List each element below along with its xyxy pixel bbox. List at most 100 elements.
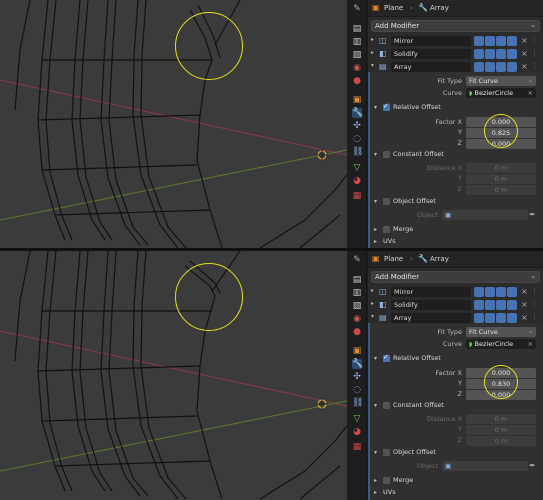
edit-cage-toggle[interactable] bbox=[474, 49, 484, 59]
edit-mode-toggle[interactable] bbox=[485, 36, 495, 46]
object-offset-header[interactable]: ▾ Object Offset bbox=[374, 447, 534, 458]
edit-mode-toggle[interactable] bbox=[485, 62, 495, 72]
edit-cage-toggle[interactable] bbox=[474, 287, 484, 297]
modifier-name-field[interactable]: Array bbox=[391, 62, 471, 72]
drag-handle-icon[interactable]: ⋮ bbox=[531, 48, 538, 59]
collapse-arrow-icon[interactable]: ▾ bbox=[371, 313, 374, 320]
texture-icon[interactable]: ▦ bbox=[352, 191, 362, 201]
eyedropper-icon[interactable]: ✒ bbox=[529, 461, 536, 470]
close-icon[interactable]: × bbox=[521, 312, 528, 323]
edit-mode-toggle[interactable] bbox=[485, 49, 495, 59]
tool-icon[interactable]: ✎ bbox=[352, 4, 362, 14]
modifier-name-field[interactable]: Solidify bbox=[391, 49, 471, 59]
modifier-name-field[interactable]: Mirror bbox=[391, 287, 471, 297]
collapse-arrow-icon[interactable]: ▾ bbox=[374, 447, 377, 458]
edit-cage-toggle[interactable] bbox=[474, 62, 484, 72]
output-icon[interactable]: ▥ bbox=[352, 37, 362, 47]
collapse-arrow-icon[interactable]: ▾ bbox=[374, 400, 377, 411]
collapse-arrow-icon[interactable]: ▾ bbox=[374, 196, 377, 207]
world-icon[interactable]: ● bbox=[352, 76, 362, 86]
particles-icon[interactable]: ✣ bbox=[352, 121, 362, 131]
distance-z-field[interactable]: 0 m bbox=[466, 436, 536, 446]
edit-cage-toggle[interactable] bbox=[474, 300, 484, 310]
relative-offset-checkbox[interactable] bbox=[383, 352, 390, 363]
modifier-row-solidify[interactable]: ▸ ◧ Solidify × ⋮ bbox=[368, 299, 543, 311]
viewport-toggle[interactable] bbox=[496, 49, 506, 59]
world-icon[interactable]: ● bbox=[352, 327, 362, 337]
viewport-toggle[interactable] bbox=[496, 36, 506, 46]
render-toggle[interactable] bbox=[507, 287, 517, 297]
close-icon[interactable]: × bbox=[521, 61, 528, 72]
curve-field[interactable]: ◗ BezierCircle × bbox=[466, 339, 536, 349]
particles-icon[interactable]: ✣ bbox=[352, 372, 362, 382]
constant-offset-header[interactable]: ▾ Constant Offset bbox=[374, 400, 534, 411]
close-icon[interactable]: × bbox=[528, 339, 533, 349]
merge-header[interactable]: ▸ Merge bbox=[374, 224, 534, 235]
relative-offset-header[interactable]: ▾ Relative Offset bbox=[374, 101, 534, 113]
close-icon[interactable]: × bbox=[521, 48, 528, 59]
distance-z-field[interactable]: 0 m bbox=[466, 185, 536, 195]
texture-icon[interactable]: ▦ bbox=[352, 442, 362, 452]
modifier-row-solidify[interactable]: ▸ ◧ Solidify × ⋮ bbox=[368, 48, 543, 60]
viewport-toggle[interactable] bbox=[496, 287, 506, 297]
collapse-arrow-icon[interactable]: ▾ bbox=[374, 353, 377, 364]
modifier-name-field[interactable]: Solidify bbox=[391, 300, 471, 310]
modifier-row-mirror[interactable]: ▸ ◫ Mirror × ⋮ bbox=[368, 35, 543, 47]
viewport-toggle[interactable] bbox=[496, 300, 506, 310]
render-icon[interactable]: ▤ bbox=[352, 24, 362, 34]
constraints-icon[interactable]: ⛓ bbox=[352, 147, 363, 157]
curve-field[interactable]: ◗ BezierCircle × bbox=[466, 88, 536, 98]
edit-mode-toggle[interactable] bbox=[485, 313, 495, 323]
view-layer-icon[interactable]: ▧ bbox=[352, 50, 362, 60]
physics-icon[interactable]: ◌ bbox=[352, 385, 362, 395]
add-modifier-dropdown[interactable]: Add Modifier ⌄ bbox=[371, 271, 540, 283]
data-icon[interactable]: ▽ bbox=[352, 414, 362, 424]
close-icon[interactable]: × bbox=[521, 35, 528, 46]
material-icon[interactable]: ◕ bbox=[352, 176, 362, 186]
expand-arrow-icon[interactable]: ▸ bbox=[371, 287, 374, 294]
expand-arrow-icon[interactable]: ▸ bbox=[374, 487, 377, 498]
merge-checkbox[interactable] bbox=[383, 477, 390, 484]
collapse-arrow-icon[interactable]: ▾ bbox=[374, 102, 377, 113]
expand-arrow-icon[interactable]: ▸ bbox=[374, 224, 377, 235]
add-modifier-dropdown[interactable]: Add Modifier ⌄ bbox=[371, 20, 540, 32]
edit-cage-toggle[interactable] bbox=[474, 313, 484, 323]
render-toggle[interactable] bbox=[507, 313, 517, 323]
uvs-header[interactable]: ▸ UVs bbox=[374, 487, 534, 498]
object-field[interactable]: ▣ bbox=[442, 210, 528, 220]
modifier-icon[interactable]: 🔧 bbox=[352, 359, 363, 369]
distance-x-field[interactable]: 0 m bbox=[466, 163, 536, 173]
drag-handle-icon[interactable]: ⋮ bbox=[531, 61, 538, 72]
view-layer-icon[interactable]: ▧ bbox=[352, 301, 362, 311]
drag-handle-icon[interactable]: ⋮ bbox=[531, 312, 538, 323]
render-toggle[interactable] bbox=[507, 49, 517, 59]
material-icon[interactable]: ◕ bbox=[352, 427, 362, 437]
constant-offset-checkbox[interactable] bbox=[383, 402, 390, 409]
render-toggle[interactable] bbox=[507, 62, 517, 72]
relative-offset-header[interactable]: ▾ Relative Offset bbox=[374, 352, 534, 364]
distance-y-field[interactable]: 0 m bbox=[466, 174, 536, 184]
close-icon[interactable]: × bbox=[528, 88, 533, 98]
data-icon[interactable]: ▽ bbox=[352, 163, 362, 173]
modifier-row-mirror[interactable]: ▸ ◫ Mirror × ⋮ bbox=[368, 286, 543, 298]
constant-offset-header[interactable]: ▾ Constant Offset bbox=[374, 149, 534, 160]
expand-arrow-icon[interactable]: ▸ bbox=[371, 49, 374, 56]
object-offset-header[interactable]: ▾ Object Offset bbox=[374, 196, 534, 207]
viewport-toggle[interactable] bbox=[496, 62, 506, 72]
constant-offset-checkbox[interactable] bbox=[383, 151, 390, 158]
expand-arrow-icon[interactable]: ▸ bbox=[371, 36, 374, 43]
scene-icon[interactable]: ◉ bbox=[352, 63, 362, 73]
drag-handle-icon[interactable]: ⋮ bbox=[531, 299, 538, 310]
object-offset-checkbox[interactable] bbox=[383, 198, 390, 205]
merge-checkbox[interactable] bbox=[383, 226, 390, 233]
physics-icon[interactable]: ◌ bbox=[352, 134, 362, 144]
fit-type-select[interactable]: Fit Curve ⌄ bbox=[466, 327, 536, 337]
modifier-icon[interactable]: 🔧 bbox=[352, 108, 363, 118]
edit-cage-toggle[interactable] bbox=[474, 36, 484, 46]
modifier-name-field[interactable]: Mirror bbox=[391, 36, 471, 46]
object-icon[interactable]: ▣ bbox=[352, 346, 362, 356]
close-icon[interactable]: × bbox=[521, 286, 528, 297]
relative-offset-checkbox[interactable] bbox=[383, 101, 390, 112]
object-field[interactable]: ▣ bbox=[442, 461, 528, 471]
merge-header[interactable]: ▸ Merge bbox=[374, 475, 534, 486]
